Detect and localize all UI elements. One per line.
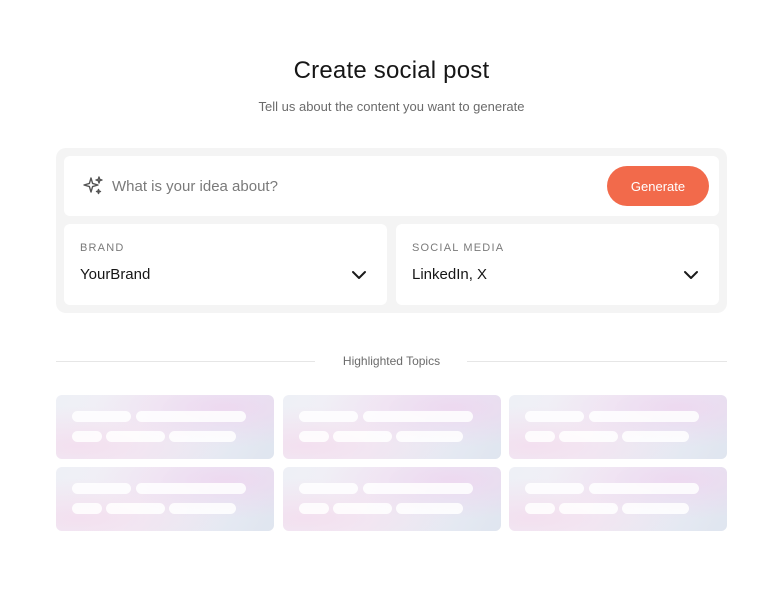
divider-line bbox=[467, 361, 727, 362]
skeleton-line bbox=[136, 411, 246, 422]
topic-card-skeleton[interactable] bbox=[282, 395, 501, 459]
skeleton-line bbox=[72, 431, 102, 442]
highlighted-topics-divider: Highlighted Topics bbox=[56, 352, 727, 372]
skeleton-line bbox=[72, 503, 102, 514]
skeleton-line bbox=[525, 411, 584, 422]
social-media-label: SOCIAL MEDIA bbox=[412, 242, 505, 254]
topic-card-skeleton[interactable] bbox=[509, 395, 727, 459]
brand-select[interactable]: BRAND YourBrand bbox=[64, 224, 387, 305]
skeleton-line bbox=[559, 431, 618, 442]
skeleton-line bbox=[332, 503, 392, 514]
skeleton-line bbox=[298, 503, 329, 514]
skeleton-line bbox=[169, 503, 236, 514]
skeleton-line bbox=[169, 431, 236, 442]
skeleton-line bbox=[525, 431, 555, 442]
topic-card-skeleton[interactable] bbox=[282, 467, 501, 531]
brand-value: YourBrand bbox=[80, 266, 151, 283]
skeleton-line bbox=[589, 483, 699, 494]
social-media-select[interactable]: SOCIAL MEDIA LinkedIn, X bbox=[396, 224, 719, 305]
social-media-value: LinkedIn, X bbox=[412, 266, 488, 283]
skeleton-line bbox=[622, 431, 689, 442]
skeleton-line bbox=[332, 431, 392, 442]
skeleton-line bbox=[136, 483, 246, 494]
skeleton-line bbox=[298, 483, 358, 494]
topic-cards-grid bbox=[56, 395, 727, 531]
skeleton-line bbox=[298, 431, 329, 442]
skeleton-line bbox=[72, 483, 131, 494]
generate-button[interactable]: Generate bbox=[607, 166, 709, 206]
skeleton-line bbox=[622, 503, 689, 514]
create-social-post-page: Create social post Tell us about the con… bbox=[0, 0, 783, 606]
post-settings-panel: Generate BRAND YourBrand SOCIAL MEDIA Li… bbox=[56, 148, 727, 313]
skeleton-line bbox=[106, 431, 165, 442]
page-subtitle: Tell us about the content you want to ge… bbox=[258, 99, 525, 114]
page-title: Create social post bbox=[293, 57, 490, 84]
skeleton-line bbox=[589, 411, 699, 422]
topic-card-skeleton[interactable] bbox=[509, 467, 727, 531]
topic-card-skeleton[interactable] bbox=[56, 467, 274, 531]
skeleton-line bbox=[362, 411, 473, 422]
chevron-down-icon[interactable] bbox=[351, 268, 367, 280]
skeleton-line bbox=[395, 503, 463, 514]
skeleton-line bbox=[559, 503, 618, 514]
skeleton-line bbox=[362, 483, 473, 494]
brand-label: BRAND bbox=[80, 242, 125, 254]
skeleton-line bbox=[72, 411, 131, 422]
skeleton-line bbox=[525, 483, 584, 494]
chevron-down-icon[interactable] bbox=[683, 268, 699, 280]
topic-card-skeleton[interactable] bbox=[56, 395, 274, 459]
sparkle-icon bbox=[82, 175, 104, 197]
skeleton-line bbox=[298, 411, 358, 422]
skeleton-line bbox=[525, 503, 555, 514]
idea-input[interactable] bbox=[112, 174, 592, 198]
skeleton-line bbox=[395, 431, 463, 442]
idea-bar: Generate bbox=[64, 156, 719, 216]
skeleton-line bbox=[106, 503, 165, 514]
